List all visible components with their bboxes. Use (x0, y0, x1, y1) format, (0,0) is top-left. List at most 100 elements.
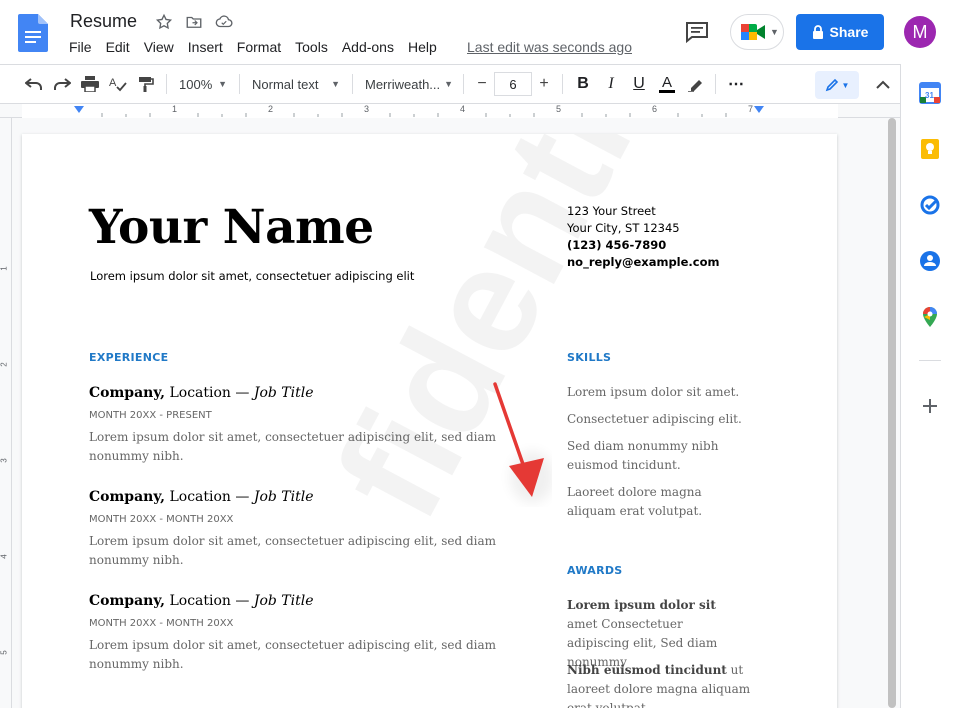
job-company: Company, (89, 593, 166, 609)
keep-icon[interactable] (919, 138, 941, 160)
share-button[interactable]: Share (796, 14, 884, 50)
menu-edit[interactable]: Edit (106, 39, 130, 55)
editing-mode-dropdown[interactable]: ▼ (815, 71, 859, 99)
side-panel-divider (919, 360, 941, 361)
ruler-number: 3 (364, 104, 370, 114)
font-dropdown[interactable]: Merriweath... ▼ (359, 70, 457, 98)
formatting-toolbar: A 100% ▼ Normal text ▼ Merriweath... ▼ −… (0, 64, 900, 104)
caret-down-icon: ▼ (444, 79, 454, 89)
menu-file[interactable]: File (69, 39, 92, 55)
chevron-up-icon[interactable] (872, 73, 894, 97)
job-dates[interactable]: MONTH 20XX - MONTH 20XX (89, 514, 233, 525)
job-description[interactable]: Lorem ipsum dolor sit amet, consectetuer… (89, 532, 499, 570)
decrease-font-size-button[interactable]: − (470, 72, 494, 96)
zoom-dropdown[interactable]: 100% ▼ (173, 70, 233, 98)
award-item[interactable]: Nibh euismod tincidunt ut laoreet dolore… (567, 661, 752, 708)
underline-button[interactable]: U (625, 70, 653, 98)
contact-phone: (123) 456-7890 (567, 238, 667, 252)
text-color-button[interactable]: A (653, 70, 681, 98)
job-dates[interactable]: MONTH 20XX - MONTH 20XX (89, 618, 233, 629)
job-role: Job Title (253, 593, 314, 609)
menu-help[interactable]: Help (408, 39, 437, 55)
skills-heading[interactable]: SKILLS (567, 351, 611, 364)
document-page[interactable]: fidential Your Name Lorem ipsum dolor si… (22, 134, 837, 708)
job-description[interactable]: Lorem ipsum dolor sit amet, consectetuer… (89, 636, 499, 674)
toolbar-divider (562, 74, 563, 94)
last-edit-link[interactable]: Last edit was seconds ago (467, 39, 632, 55)
ruler-number: 3 (0, 458, 9, 463)
calendar-icon[interactable]: 31 (919, 82, 941, 104)
document-canvas[interactable]: 1 2 3 4 5 fidential Your Name Lorem ipsu… (0, 118, 900, 708)
text-color-swatch (659, 90, 675, 93)
spellcheck-icon[interactable]: A (104, 70, 132, 98)
highlight-color-icon[interactable] (681, 70, 709, 98)
tasks-icon[interactable] (919, 194, 941, 216)
job-location: Location — (165, 385, 254, 401)
meet-button[interactable]: ▼ (730, 14, 784, 50)
toolbar-divider (463, 74, 464, 94)
caret-down-icon: ▼ (331, 79, 340, 89)
job-company: Company, (89, 489, 166, 505)
ruler-number: 5 (0, 650, 9, 655)
job-title-line[interactable]: Company, Location — Job Title (89, 593, 314, 609)
contact-block[interactable]: 123 Your Street Your City, ST 12345 (123… (567, 203, 719, 271)
contacts-icon[interactable] (919, 250, 941, 272)
ruler-number: 2 (268, 104, 274, 114)
skill-item[interactable]: Laoreet dolore magna aliquam erat volutp… (567, 483, 727, 521)
horizontal-ruler: 1 2 3 4 5 6 7 (0, 104, 900, 118)
add-icon[interactable] (919, 395, 941, 417)
maps-icon[interactable] (919, 306, 941, 328)
awards-heading[interactable]: AWARDS (567, 564, 623, 577)
chevron-down-icon: ▼ (770, 27, 779, 37)
job-title-line[interactable]: Company, Location — Job Title (89, 385, 314, 401)
increase-font-size-button[interactable]: + (532, 72, 556, 96)
ruler-number: 4 (0, 554, 9, 559)
menu-view[interactable]: View (144, 39, 174, 55)
font-size-input[interactable]: 6 (494, 72, 532, 96)
menu-tools[interactable]: Tools (295, 39, 328, 55)
star-icon[interactable] (154, 12, 174, 32)
avatar[interactable]: M (904, 16, 936, 48)
menu-insert[interactable]: Insert (188, 39, 223, 55)
menu-format[interactable]: Format (237, 39, 281, 55)
paint-format-icon[interactable] (132, 70, 160, 98)
document-title[interactable]: Resume (70, 11, 137, 32)
move-folder-icon[interactable] (184, 12, 204, 32)
italic-button[interactable]: I (597, 70, 625, 98)
pencil-icon (825, 78, 838, 92)
cloud-saved-icon[interactable] (214, 12, 234, 32)
ruler-track (22, 104, 838, 118)
undo-icon[interactable] (20, 70, 48, 98)
toolbar-divider (352, 74, 353, 94)
vertical-scrollbar[interactable] (888, 118, 896, 708)
comment-history-icon[interactable] (684, 20, 710, 44)
skill-item[interactable]: Consectetuer adipiscing elit. (567, 410, 767, 429)
bold-button[interactable]: B (569, 70, 597, 98)
job-description[interactable]: Lorem ipsum dolor sit amet, consectetuer… (89, 428, 499, 466)
ruler-number: 4 (460, 104, 466, 114)
ruler-number: 1 (172, 104, 178, 114)
contact-street: 123 Your Street (567, 204, 656, 218)
more-options-button[interactable]: ⋯ (722, 70, 750, 98)
style-dropdown[interactable]: Normal text ▼ (246, 70, 346, 98)
resume-tagline[interactable]: Lorem ipsum dolor sit amet, consectetuer… (90, 269, 414, 283)
ruler-number: 7 (748, 104, 754, 114)
job-company: Company, (89, 385, 166, 401)
title-bar: Resume File Edit View Insert Format Tool… (0, 0, 957, 64)
resume-name[interactable]: Your Name (89, 200, 374, 255)
print-icon[interactable] (76, 70, 104, 98)
skill-item[interactable]: Sed diam nonummy nibh euismod tincidunt. (567, 437, 727, 475)
experience-heading[interactable]: EXPERIENCE (89, 351, 168, 364)
job-dates[interactable]: MONTH 20XX - PRESENT (89, 410, 212, 421)
ruler-number: 1 (0, 266, 9, 271)
right-indent-marker[interactable] (754, 106, 764, 113)
skill-item[interactable]: Lorem ipsum dolor sit amet. (567, 383, 767, 402)
zoom-value: 100% (179, 76, 213, 92)
job-title-line[interactable]: Company, Location — Job Title (89, 489, 314, 505)
caret-down-icon: ▼ (841, 80, 850, 90)
ruler-ticks (101, 113, 727, 117)
redo-icon[interactable] (48, 70, 76, 98)
docs-logo-icon[interactable] (18, 14, 48, 52)
menu-add-ons[interactable]: Add-ons (342, 39, 394, 55)
left-indent-marker[interactable] (74, 106, 84, 113)
